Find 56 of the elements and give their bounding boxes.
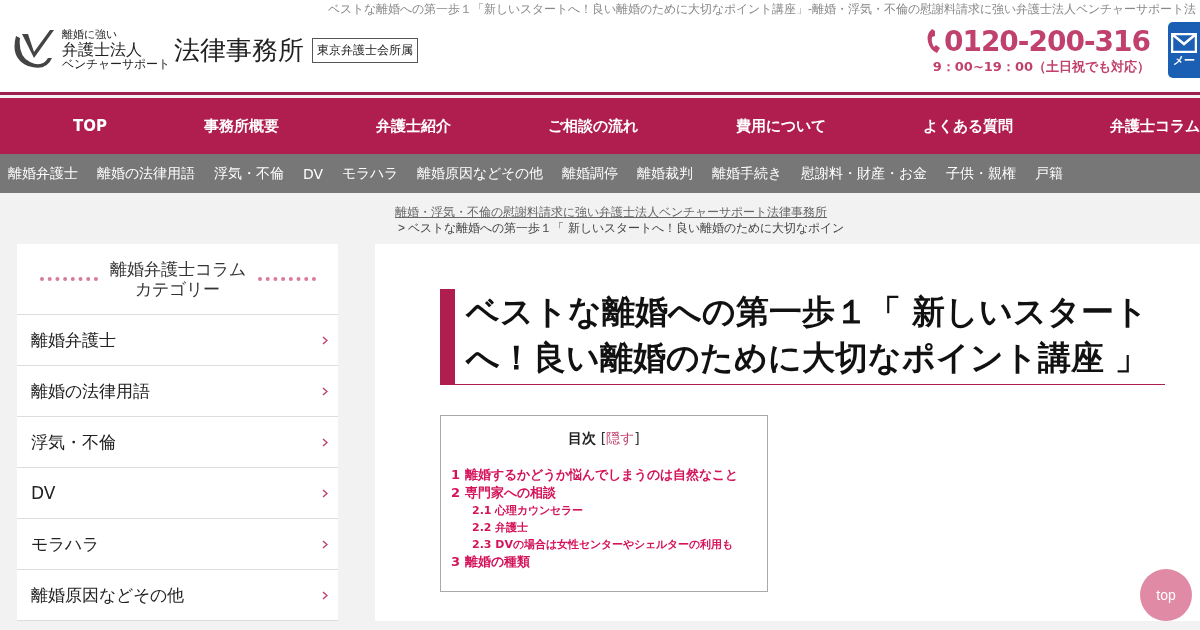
category-link[interactable]: 離婚の法律用語: [97, 164, 195, 183]
logo-corp: 弁護士法人: [62, 40, 142, 59]
toc-bracket: ]: [634, 430, 640, 447]
sidebar-item[interactable]: 離婚原因などその他: [17, 570, 338, 621]
sidebar-item[interactable]: 浮気・不倫: [17, 417, 338, 468]
category-link[interactable]: 慰謝料・財産・お金: [801, 164, 928, 183]
sidebar-item[interactable]: モラハラ: [17, 519, 338, 570]
category-link[interactable]: 浮気・不倫: [214, 164, 284, 183]
nav-link[interactable]: TOP: [73, 117, 107, 135]
nav-link[interactable]: 弁護士紹介: [376, 116, 452, 136]
breadcrumb-link[interactable]: 離婚・浮気・不倫の慰謝料請求に強い弁護士法人ベンチャーサポート法律事務所: [395, 204, 827, 220]
nav-link[interactable]: 費用について: [735, 116, 826, 136]
sidebar-title: 離婚弁護士コラム カテゴリー: [109, 258, 246, 300]
category-link[interactable]: 戸籍: [1035, 164, 1064, 183]
toc-link[interactable]: 2.2 弁護士: [451, 519, 757, 537]
toc-link[interactable]: 1 離婚するかどうか悩んでしまうのは自然なこと: [451, 466, 757, 485]
toc-toggle-link[interactable]: 隠す: [606, 430, 635, 447]
chevron-icon: [322, 488, 328, 498]
nav-link[interactable]: 事務所概要: [204, 116, 280, 136]
nav-link[interactable]: ご相談の流れ: [548, 116, 639, 136]
page-tagline: ベストな離婚への第一歩１「新しいスタートへ！良い離婚のために大切なポイント講座」-離婚・浮気・不倫の慰謝料請求に強い弁護士法人ベンチャーサポート法: [327, 1, 1197, 16]
category-link[interactable]: 離婚原因などその他: [417, 164, 544, 183]
sidebar-item[interactable]: 離婚弁護士: [17, 315, 338, 366]
phone-number[interactable]: 0120-200-316: [943, 24, 1150, 58]
article-title: ベストな離婚への第一歩１「 新しいスタートへ！良い離婚のために大切なポイント講座 」: [440, 289, 1165, 386]
mail-icon: [1171, 32, 1197, 53]
toc-link[interactable]: 3 離婚の種類: [451, 553, 757, 572]
breadcrumb-current: > ベストな離婚への第一歩１「 新しいスタートへ！良い離婚のために大切なポイン: [398, 220, 844, 236]
nav-link[interactable]: 弁護士コラム: [1109, 116, 1200, 136]
sidebar-item[interactable]: DV: [17, 468, 338, 519]
category-link[interactable]: 離婚調停: [562, 164, 619, 183]
toc-link[interactable]: 2.1 心理カウンセラー: [451, 502, 757, 520]
phone-icon: [925, 28, 942, 54]
logo-name: 法律事務所: [174, 33, 304, 67]
business-hours: 9：00~19：00（土日祝でも対応）: [932, 57, 1150, 76]
category-link[interactable]: 離婚手続き: [712, 164, 783, 183]
nav-link[interactable]: よくある質問: [922, 116, 1013, 136]
toc-link[interactable]: 2.3 DVの場合は女性センターやシェルターの利用も: [451, 536, 757, 554]
mail-button[interactable]: メー: [1168, 22, 1200, 78]
category-link[interactable]: DV: [303, 165, 324, 182]
affiliation-badge: 東京弁護士会所属: [312, 37, 418, 63]
sidebar-item[interactable]: 離婚の法律用語: [17, 366, 338, 417]
toc-link[interactable]: 2 専門家への相談: [451, 484, 757, 503]
chevron-icon: [322, 590, 328, 600]
toc-title: 目次: [568, 430, 597, 447]
chevron-icon: [322, 386, 328, 396]
chevron-icon: [322, 437, 328, 447]
category-link[interactable]: モラハラ: [342, 164, 399, 183]
logo-tagline: 離婚に強い: [62, 28, 118, 41]
logo-subtitle: ベンチャーサポート: [62, 58, 170, 72]
category-link[interactable]: 子供・親権: [946, 164, 1017, 183]
chevron-icon: [322, 335, 328, 345]
category-link[interactable]: 離婚弁護士: [8, 164, 78, 183]
chevron-icon: [322, 539, 328, 549]
category-link[interactable]: 離婚裁判: [637, 164, 694, 183]
toc-bracket: [: [600, 430, 607, 447]
